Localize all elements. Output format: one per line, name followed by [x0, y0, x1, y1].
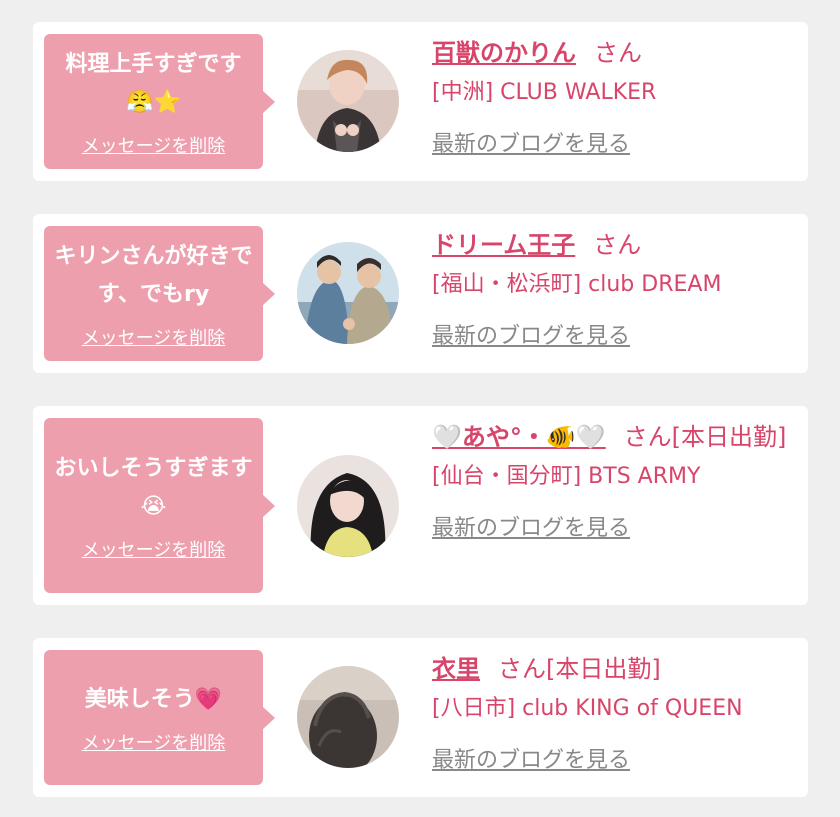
- host-name-link[interactable]: 百獣のかりん: [432, 39, 576, 67]
- host-info: 衣里 さん[本日出勤] [八日市] club KING of QUEEN 最新のブ…: [432, 650, 802, 774]
- shop-label: [福山・松浜町] club DREAM: [432, 272, 722, 297]
- message-emoji: 😭: [140, 493, 167, 519]
- host-info: 百獣のかりん さん [中洲] CLUB WALKER 最新のブログを見る: [432, 34, 802, 158]
- shop-label: [中洲] CLUB WALKER: [432, 80, 657, 105]
- message-card: 料理上手すぎです 😤⭐ メッセージを削除 百獣のかりん さん [中洲] CLUB …: [33, 22, 808, 181]
- host-info: ドリーム王子 さん [福山・松浜町] club DREAM 最新のブログを見る: [432, 226, 802, 350]
- message-bubble: おいしそうすぎます😭 メッセージを削除: [44, 418, 275, 593]
- message-emoji: 💗: [194, 686, 223, 712]
- message-card: 美味しそう💗 メッセージを削除 衣里 さん[本日出勤] [八日市] club KI…: [33, 638, 808, 797]
- latest-blog-link[interactable]: 最新のブログを見る: [432, 742, 630, 774]
- host-name-link[interactable]: 🤍あや°・🐠🤍: [432, 423, 606, 451]
- shop-label: [八日市] club KING of QUEEN: [432, 696, 743, 721]
- avatar[interactable]: [297, 666, 399, 768]
- message-emoji: 😤⭐: [126, 89, 181, 115]
- message-text: 料理上手すぎです 😤⭐: [65, 51, 242, 115]
- honorific: さん[本日出勤]: [623, 423, 787, 451]
- message-text: キリンさんが好きです、でもry: [54, 243, 253, 307]
- honorific: さん: [594, 39, 642, 67]
- message-card: おいしそうすぎます😭 メッセージを削除 🤍あや°・🐠🤍 さん[本日出勤] [仙台・…: [33, 406, 808, 605]
- message-bubble: 美味しそう💗 メッセージを削除: [44, 650, 275, 785]
- host-info: 🤍あや°・🐠🤍 さん[本日出勤] [仙台・国分町] BTS ARMY 最新のブログ…: [432, 418, 802, 542]
- latest-blog-link[interactable]: 最新のブログを見る: [432, 126, 630, 158]
- latest-blog-link[interactable]: 最新のブログを見る: [432, 510, 630, 542]
- honorific: さん[本日出勤]: [498, 655, 661, 683]
- honorific: さん: [593, 231, 642, 259]
- delete-message-link[interactable]: メッセージを削除: [82, 324, 226, 350]
- delete-message-link[interactable]: メッセージを削除: [82, 729, 226, 755]
- delete-message-link[interactable]: メッセージを削除: [82, 536, 226, 562]
- host-name-link[interactable]: 衣里: [432, 655, 480, 683]
- avatar[interactable]: [297, 455, 399, 557]
- avatar[interactable]: [297, 50, 399, 152]
- message-text: 美味しそう💗: [84, 686, 223, 712]
- latest-blog-link[interactable]: 最新のブログを見る: [432, 318, 630, 350]
- message-bubble: 料理上手すぎです 😤⭐ メッセージを削除: [44, 34, 275, 169]
- message-card: キリンさんが好きです、でもry メッセージを削除 ドリーム王子 さん [福山・松浜…: [33, 214, 808, 373]
- shop-label: [仙台・国分町] BTS ARMY: [432, 464, 701, 489]
- delete-message-link[interactable]: メッセージを削除: [82, 132, 226, 158]
- host-name-link[interactable]: ドリーム王子: [432, 231, 575, 259]
- message-text: おいしそうすぎます😭: [54, 455, 253, 519]
- avatar[interactable]: [297, 242, 399, 344]
- message-bubble: キリンさんが好きです、でもry メッセージを削除: [44, 226, 275, 361]
